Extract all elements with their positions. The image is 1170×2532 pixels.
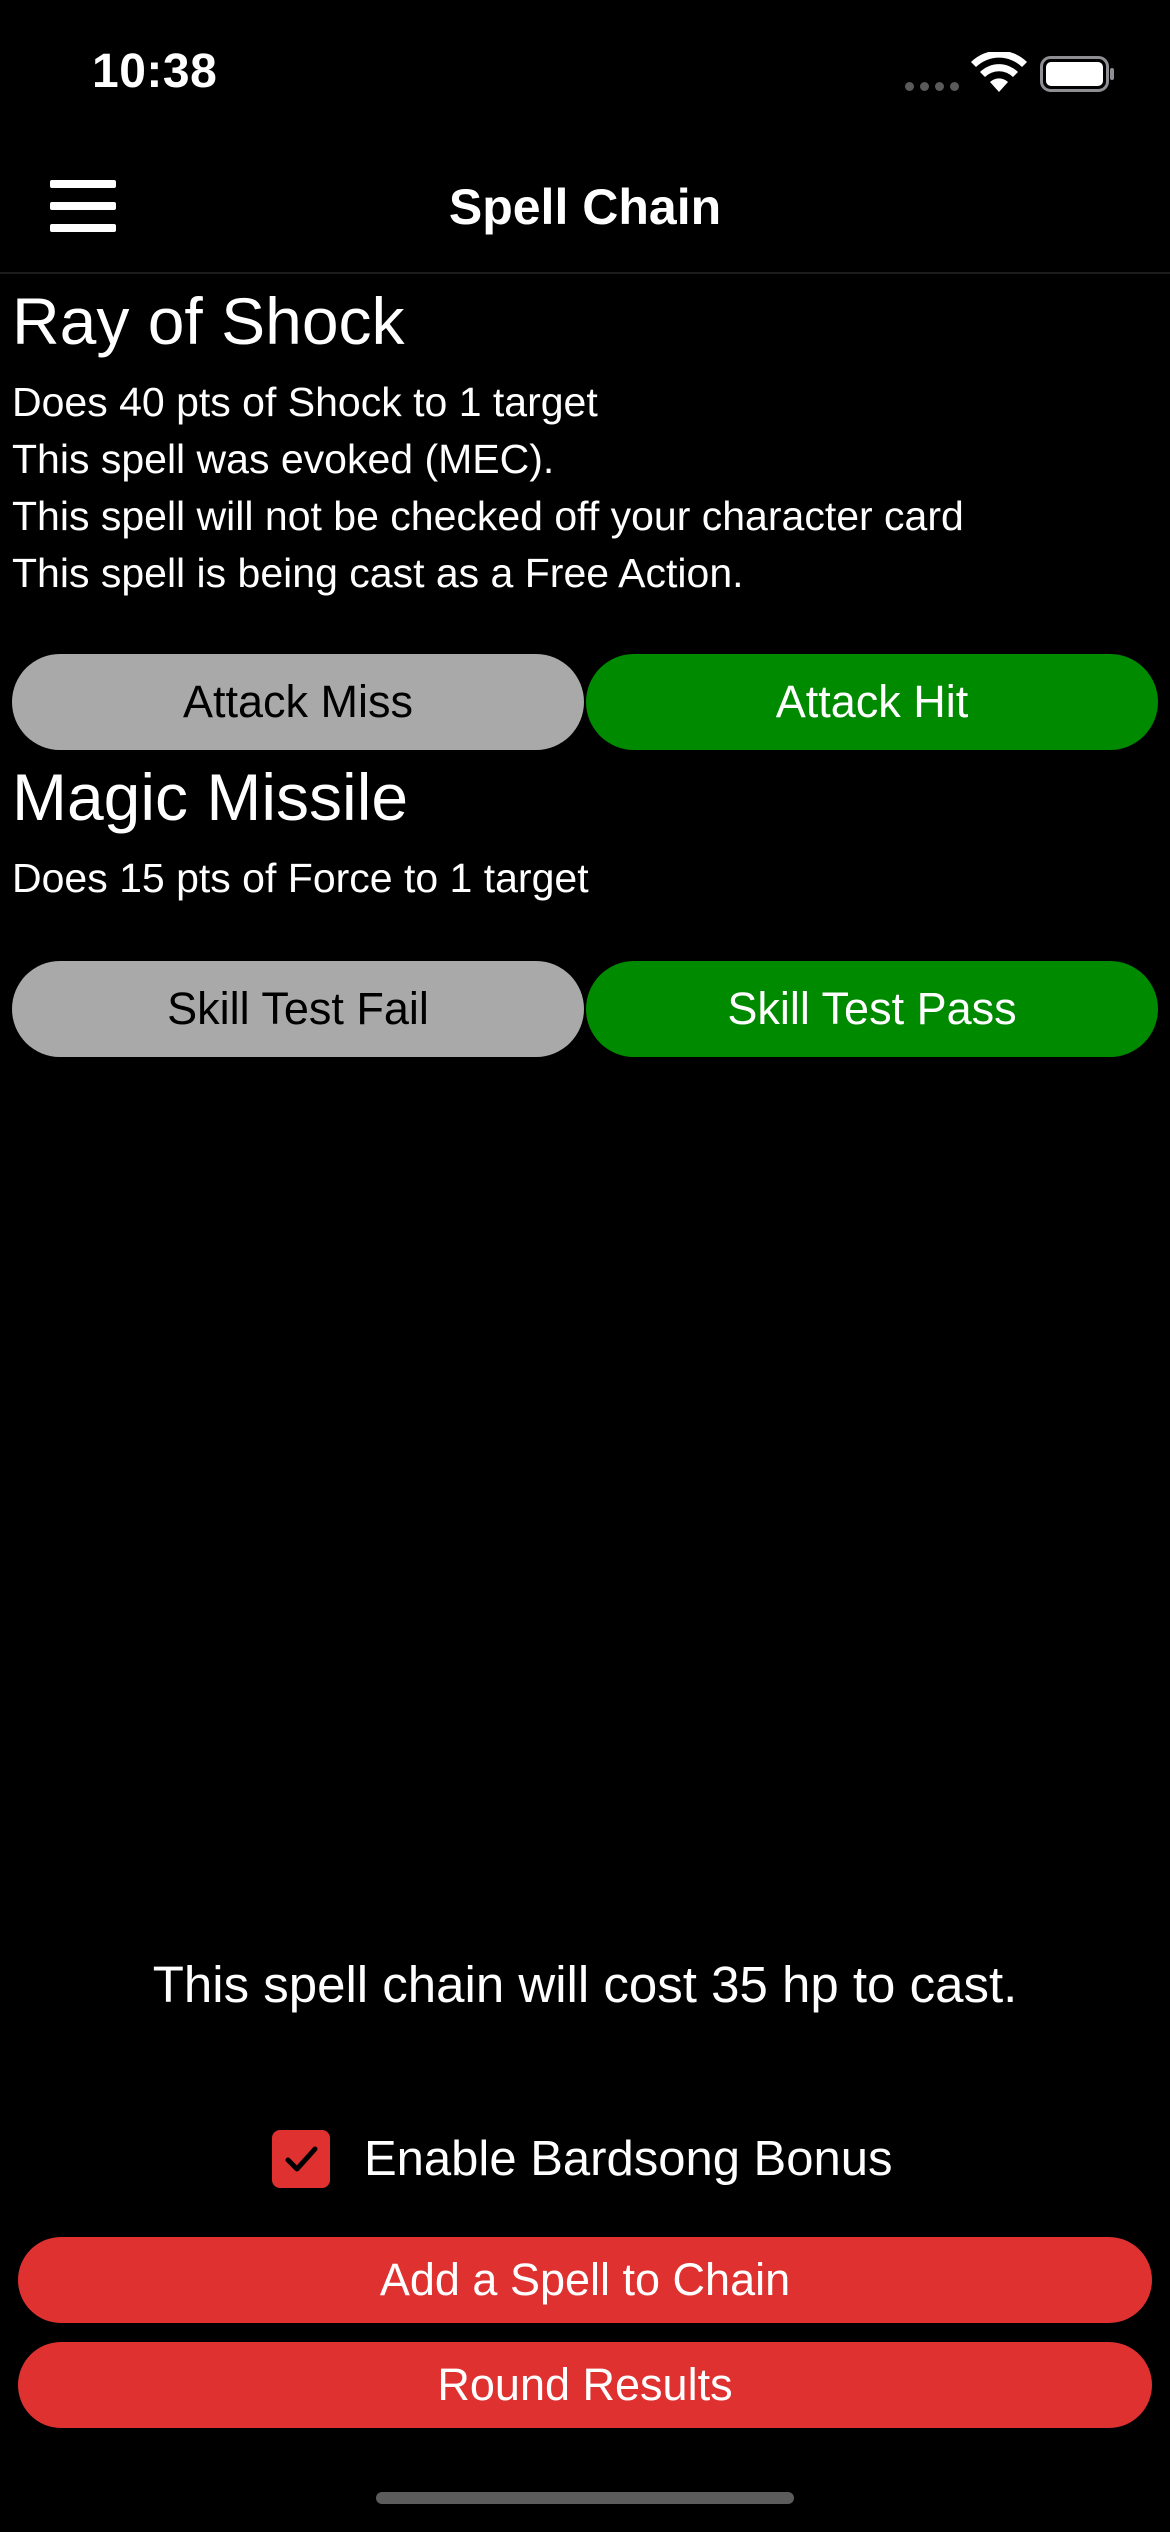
spell-description-line: Does 15 pts of Force to 1 target <box>12 855 589 901</box>
spell-chain-cost-text: This spell chain will cost 35 hp to cast… <box>152 1956 1018 2013</box>
page-title: Spell Chain <box>448 179 722 235</box>
wifi-icon <box>971 52 1027 92</box>
spell-description-line: Does 40 pts of Shock to 1 target <box>12 379 598 425</box>
bardsong-bonus-label: Enable Bardsong Bonus <box>364 2132 893 2186</box>
navigation-bar: Spell Chain <box>0 140 1170 274</box>
attack-miss-button[interactable]: Attack Miss <box>12 654 584 750</box>
skill-test-pass-button[interactable]: Skill Test Pass <box>586 961 1158 1057</box>
spell-description-line: This spell is being cast as a Free Actio… <box>12 550 744 596</box>
checkmark-icon <box>285 2146 318 2172</box>
spell-description-line: This spell was evoked (MEC). <box>12 436 555 482</box>
add-spell-button[interactable]: Add a Spell to Chain <box>18 2237 1152 2323</box>
spell-name: Ray of Shock <box>12 284 405 358</box>
spell-chain-screen: 10:38 Spell Chain Ray of Shock Does 40 p… <box>0 0 1170 2532</box>
skill-test-fail-button[interactable]: Skill Test Fail <box>12 961 584 1057</box>
bardsong-bonus-checkbox[interactable] <box>272 2130 330 2188</box>
spell-description-line: This spell will not be checked off your … <box>12 493 964 539</box>
spell-name: Magic Missile <box>12 760 409 834</box>
bardsong-bonus-row: Enable Bardsong Bonus <box>272 2130 893 2188</box>
attack-hit-button[interactable]: Attack Hit <box>586 654 1158 750</box>
home-indicator[interactable] <box>376 2492 794 2504</box>
status-bar: 10:38 <box>0 0 1170 140</box>
battery-icon <box>1040 56 1114 92</box>
round-results-button[interactable]: Round Results <box>18 2342 1152 2428</box>
signal-dots-icon <box>905 82 959 92</box>
status-time: 10:38 <box>92 45 218 98</box>
